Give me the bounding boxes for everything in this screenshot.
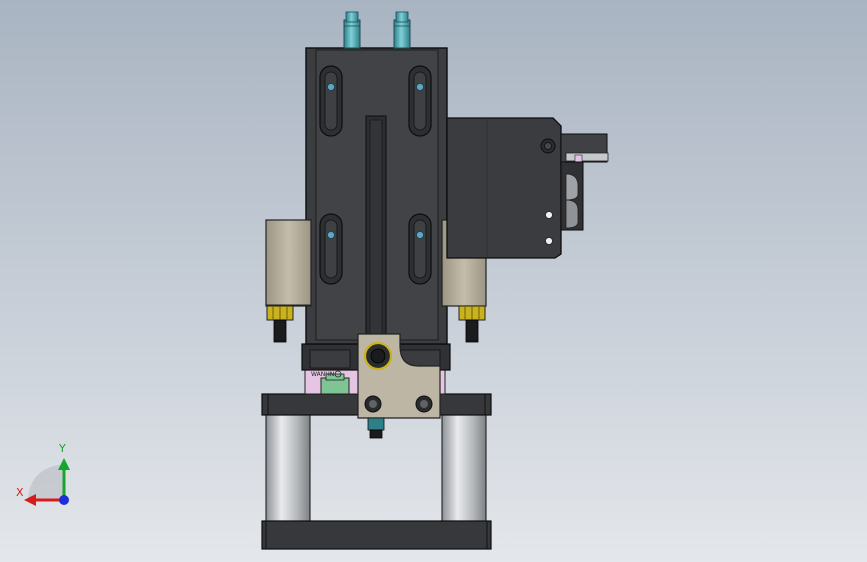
mount-slot-top-right xyxy=(408,65,432,137)
bolt-icon xyxy=(416,231,424,239)
bolt-icon xyxy=(327,83,335,91)
guide-rod-left xyxy=(265,413,311,525)
cad-model-view[interactable]: WANHN xyxy=(0,0,867,562)
carriage-label: WANHN xyxy=(311,371,334,378)
bolt-icon xyxy=(327,231,335,239)
bottom-plate xyxy=(261,520,492,550)
sensor-bracket xyxy=(560,133,609,231)
side-block-left xyxy=(265,219,312,307)
mount-slot-top-left xyxy=(319,65,343,137)
shock-absorber-right xyxy=(458,305,486,343)
cad-viewport[interactable]: WANHN Y X xyxy=(0,0,867,562)
adjust-screw xyxy=(367,417,385,439)
side-housing xyxy=(446,117,562,259)
mount-slot-bottom-right xyxy=(408,213,432,285)
guide-rod-right xyxy=(441,413,487,525)
bolt-icon xyxy=(416,83,424,91)
mount-slot-bottom-left xyxy=(319,213,343,285)
axis-label-x: X xyxy=(16,486,24,499)
shock-absorber-left xyxy=(266,305,294,343)
air-fitting-left xyxy=(343,11,361,49)
axis-label-y: Y xyxy=(59,442,66,455)
air-fitting-right xyxy=(393,11,411,49)
axis-triad-icon xyxy=(24,458,70,506)
